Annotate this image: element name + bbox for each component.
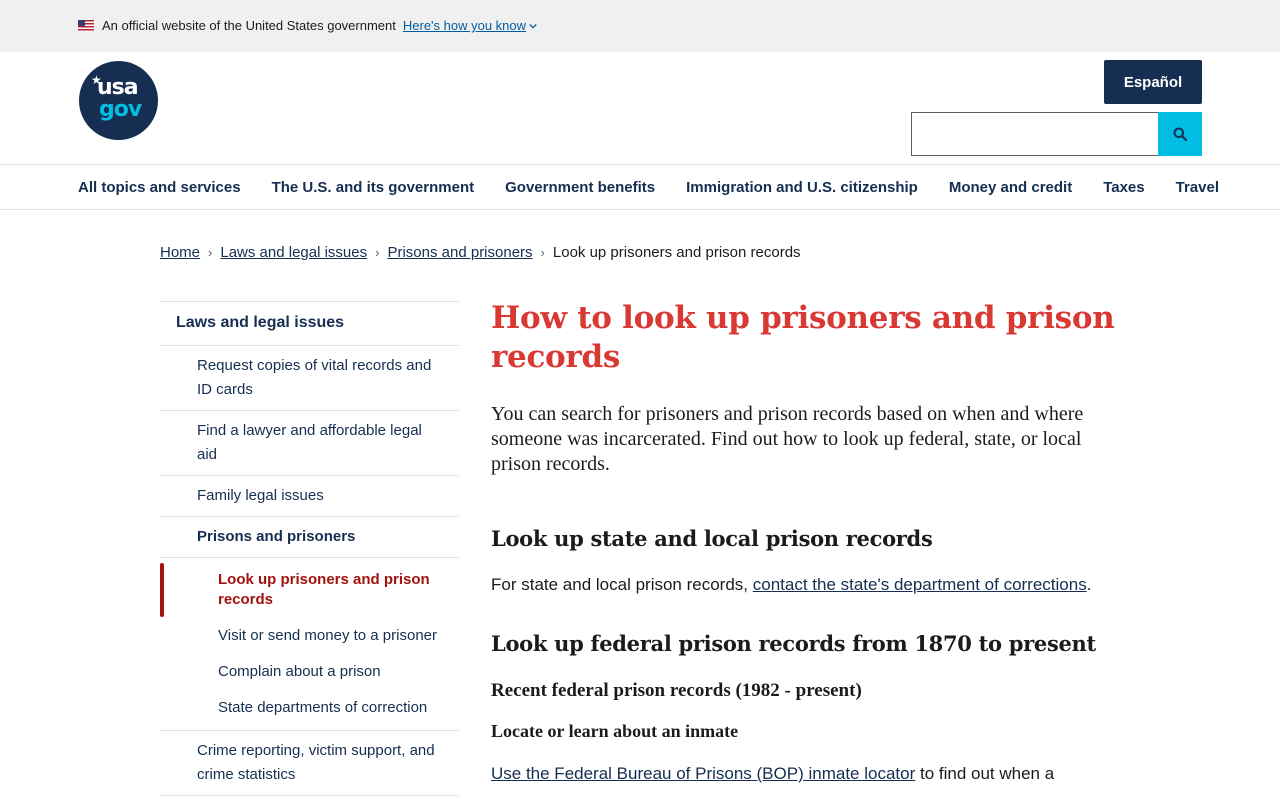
official-text: An official website of the United States… (102, 18, 396, 33)
bop-inmate-locator-link[interactable]: Use the Federal Bureau of Prisons (BOP) … (491, 764, 915, 783)
search-button[interactable] (1158, 112, 1202, 156)
page-title: How to look up prisoners and prison reco… (491, 300, 1115, 375)
section-state-local-text: For state and local prison records, cont… (491, 575, 1092, 594)
sidenav-sublist: Look up prisoners and prison records Vis… (160, 558, 459, 731)
recent-federal-records-heading: Recent federal prison records (1982 - pr… (491, 680, 862, 701)
official-banner: An official website of the United States… (0, 0, 1280, 52)
sidenav-look-up-prisoners[interactable]: Look up prisoners and prison records (160, 562, 459, 618)
breadcrumb-current: Look up prisoners and prison records (552, 244, 801, 261)
chevron-right-icon: › (540, 245, 545, 260)
section-state-local-heading: Look up state and local prison records (491, 526, 933, 551)
sidenav-laws-legal-issues[interactable]: Laws and legal issues (160, 302, 459, 346)
breadcrumb-prisons[interactable]: Prisons and prisoners (387, 244, 532, 261)
sidenav-complain-prison[interactable]: Complain about a prison (160, 654, 459, 690)
search-input[interactable] (911, 112, 1159, 156)
inmate-locator-text: Use the Federal Bureau of Prisons (BOP) … (491, 764, 1055, 783)
sidenav-prisons-prisoners[interactable]: Prisons and prisoners (160, 517, 459, 558)
chevron-right-icon: › (375, 245, 380, 260)
nav-item-us-government[interactable]: The U.S. and its government (272, 179, 475, 196)
sidenav-vital-records[interactable]: Request copies of vital records and ID c… (160, 346, 459, 411)
intro-paragraph: You can search for prisoners and prison … (491, 403, 1084, 475)
main-content: How to look up prisoners and prison reco… (491, 299, 1121, 787)
how-you-know-link[interactable]: Here's how you know (403, 18, 537, 33)
locate-inmate-heading: Locate or learn about an inmate (491, 721, 739, 741)
search-icon (1173, 127, 1187, 141)
breadcrumb-laws[interactable]: Laws and legal issues (220, 244, 367, 261)
site-header: ★ usa gov Español (0, 52, 1280, 165)
us-flag-icon (78, 20, 94, 31)
nav-item-government-benefits[interactable]: Government benefits (505, 179, 655, 196)
sidenav-state-departments[interactable]: State departments of correction (160, 690, 459, 726)
chevron-down-icon (529, 23, 537, 29)
breadcrumb-home[interactable]: Home (160, 244, 200, 261)
breadcrumb: Home › Laws and legal issues › Prisons a… (160, 244, 801, 261)
nav-item-money-credit[interactable]: Money and credit (949, 179, 1072, 196)
sidenav-find-lawyer[interactable]: Find a lawyer and affordable legal aid (160, 411, 459, 476)
section-federal-heading: Look up federal prison records from 1870… (491, 631, 1096, 656)
contact-state-doc-link[interactable]: contact the state's department of correc… (753, 575, 1087, 594)
nav-item-immigration[interactable]: Immigration and U.S. citizenship (686, 179, 918, 196)
nav-item-taxes[interactable]: Taxes (1103, 179, 1144, 196)
chevron-right-icon: › (208, 245, 213, 260)
sidenav-family-legal[interactable]: Family legal issues (160, 476, 459, 517)
espanol-button[interactable]: Español (1104, 60, 1202, 104)
usagov-logo[interactable]: ★ usa gov (79, 61, 158, 140)
nav-item-all-topics[interactable]: All topics and services (78, 179, 241, 196)
side-navigation: Laws and legal issues Request copies of … (160, 301, 459, 796)
nav-item-travel[interactable]: Travel (1176, 179, 1219, 196)
sidenav-crime-reporting[interactable]: Crime reporting, victim support, and cri… (160, 731, 459, 796)
main-navigation: All topics and services The U.S. and its… (0, 164, 1280, 210)
sidenav-visit-send-money[interactable]: Visit or send money to a prisoner (160, 618, 459, 654)
